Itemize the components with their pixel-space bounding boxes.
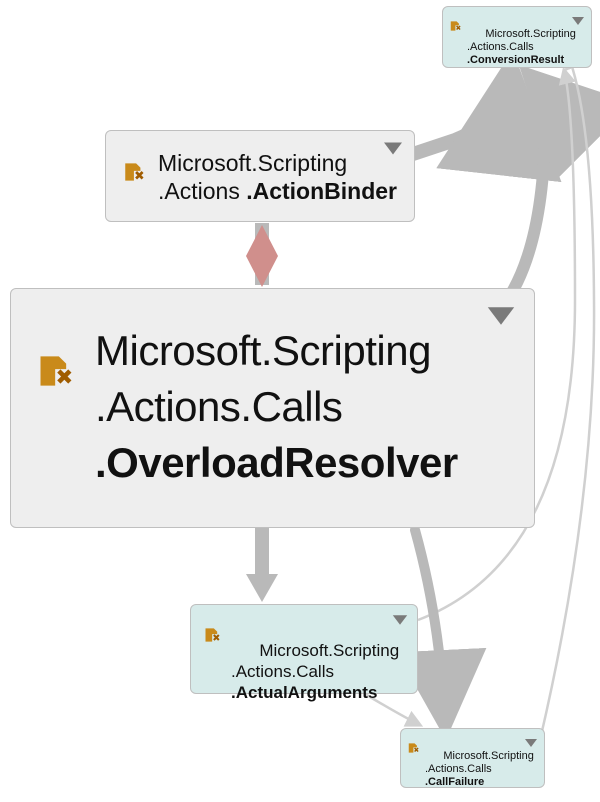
node-classname: .OverloadResolver (95, 439, 458, 486)
edge-overloadresolver-to-callfailure (415, 530, 445, 722)
node-namespace: Microsoft.Scripting .Actions.Calls (467, 28, 576, 53)
class-icon (203, 625, 223, 650)
class-icon (35, 349, 79, 398)
composition-diamond (246, 225, 278, 287)
node-namespace-l2: .Actions.Calls (95, 383, 342, 430)
node-classname: .ConversionResult (467, 54, 564, 66)
node-namespace-l1: Microsoft.Scripting (95, 327, 431, 374)
node-namespace: Microsoft.Scripting .Actions.Calls (231, 641, 399, 681)
class-icon (407, 741, 421, 760)
node-actualarguments[interactable]: Microsoft.Scripting .Actions.Calls.Actua… (190, 604, 418, 694)
node-conversionresult[interactable]: Microsoft.Scripting .Actions.Calls.Conve… (442, 6, 592, 68)
edge-overloadresolver-to-conversionresult (500, 80, 545, 310)
node-classname: .ActualArguments (231, 683, 377, 702)
node-overloadresolver[interactable]: Microsoft.Scripting .Actions.Calls .Overlo… (10, 288, 535, 528)
node-classname: .ActionBinder (246, 178, 397, 204)
edge-actionbinder-to-conversionresult (410, 75, 510, 155)
chevron-down-icon[interactable] (484, 305, 518, 332)
node-callfailure[interactable]: Microsoft.Scripting .Actions.Calls.CallF… (400, 728, 545, 788)
node-namespace-l2: .Actions (158, 178, 246, 204)
edge-callfailure-to-conversionresult (540, 55, 594, 740)
diagram-canvas: Microsoft.Scripting .Actions.Calls.Conve… (0, 0, 600, 802)
node-namespace: Microsoft.Scripting .Actions.Calls (425, 750, 534, 775)
node-actionbinder[interactable]: Microsoft.Scripting.Actions .ActionBinde… (105, 130, 415, 222)
node-namespace-l1: Microsoft.Scripting (158, 150, 347, 176)
node-classname: .CallFailure (425, 776, 484, 788)
class-icon (122, 159, 148, 190)
class-icon (449, 19, 463, 38)
edge-overloadresolver-to-actualarguments-head (246, 574, 278, 602)
